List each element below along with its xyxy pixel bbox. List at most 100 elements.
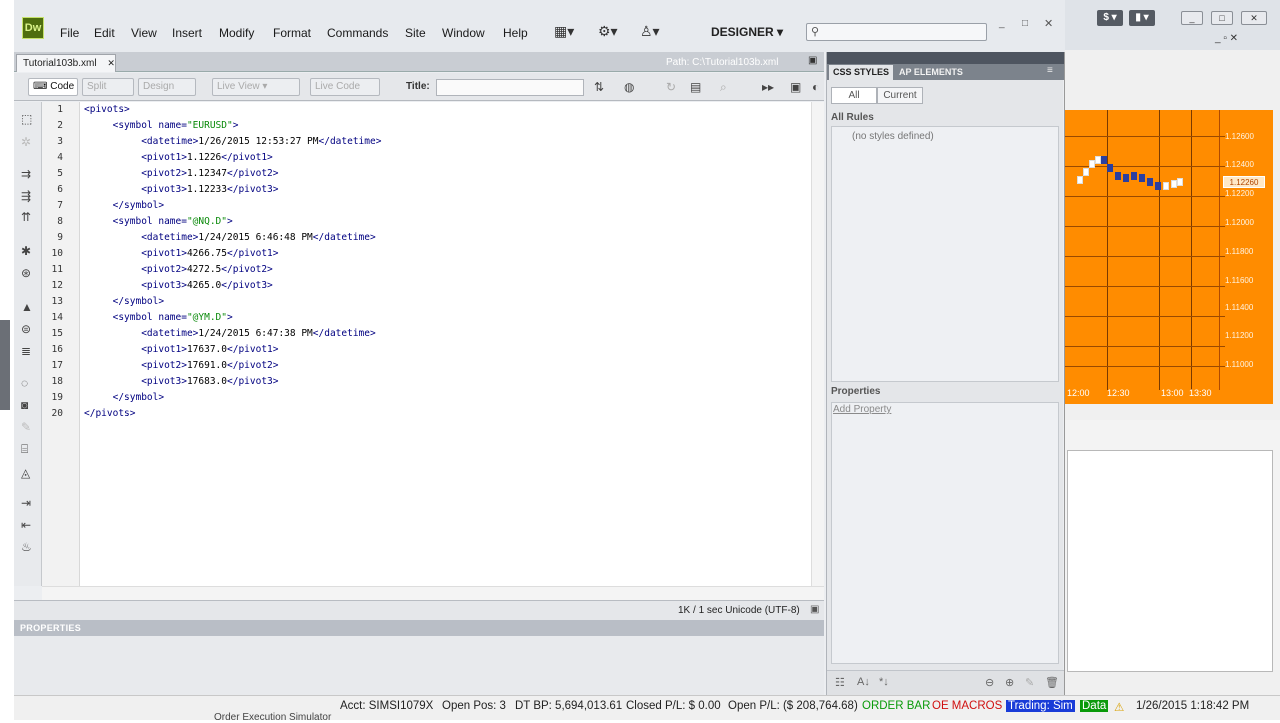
tab-css-styles[interactable]: CSS STYLES: [829, 65, 894, 80]
no-styles-text: (no styles defined): [852, 131, 934, 142]
menu-commands[interactable]: Commands: [327, 26, 388, 40]
order-bar-button[interactable]: ORDER BAR: [862, 700, 930, 712]
menu-modify[interactable]: Modify: [219, 26, 254, 40]
close-icon[interactable]: ✕: [1241, 11, 1267, 25]
menu-file[interactable]: File: [60, 26, 79, 40]
balance-braces-icon[interactable]: ✱: [21, 244, 31, 258]
maximize-icon[interactable]: □: [1022, 18, 1028, 29]
title-input[interactable]: [436, 79, 584, 96]
file-management-icon[interactable]: ▣: [808, 55, 817, 66]
design-view-button[interactable]: Design: [138, 78, 196, 96]
wrap-tag-icon[interactable]: ✎: [21, 420, 31, 434]
horizontal-scrollbar[interactable]: [42, 586, 824, 600]
price-chart[interactable]: 1.12600 1.12400 1.12200 1.12000 1.11800 …: [1065, 110, 1273, 404]
recent-snippets-icon[interactable]: ⌸: [21, 442, 28, 457]
vertical-scrollbar[interactable]: [811, 102, 824, 586]
split-view-button[interactable]: Split: [82, 78, 134, 96]
menu-format[interactable]: Format: [273, 26, 311, 40]
background-list[interactable]: [1067, 450, 1273, 672]
panel-group-header[interactable]: [827, 52, 1064, 64]
search-input[interactable]: ⚲: [806, 23, 987, 41]
expand-icon[interactable]: ⇶: [21, 189, 31, 203]
highlight-invalid-icon[interactable]: ▲: [21, 300, 33, 314]
properties-list[interactable]: [831, 402, 1059, 664]
warning-icon[interactable]: ⚠: [1114, 700, 1124, 714]
current-mode-button[interactable]: Current: [877, 87, 923, 104]
panel-menu-icon[interactable]: ≡: [1047, 65, 1053, 76]
close-icon[interactable]: ✕: [1044, 17, 1053, 30]
trading-status-bar: Acct: SIMSI1079X Open Pos: 3 DT BP: 5,69…: [14, 695, 1280, 723]
minimize-icon[interactable]: _: [1181, 11, 1203, 25]
bottom-window-title[interactable]: Order Execution Simulator: [214, 712, 331, 723]
validate-icon[interactable]: ▤: [690, 80, 701, 94]
outdent-icon[interactable]: ⇤: [21, 518, 31, 532]
wrap-icon[interactable]: ⊜: [21, 322, 31, 336]
open-positions: Open Pos: 3: [442, 700, 506, 712]
menu-edit[interactable]: Edit: [94, 26, 115, 40]
trading-mode-badge[interactable]: Trading: Sim: [1006, 700, 1075, 712]
code-editor[interactable]: <pivots> <symbol name="EURUSD"> <datetim…: [80, 102, 811, 586]
move-css-icon[interactable]: ◬: [21, 466, 30, 480]
code-token: <pivot1>: [84, 248, 187, 259]
show-alpha-icon[interactable]: A↓: [857, 676, 870, 688]
menu-site[interactable]: Site: [405, 26, 426, 40]
menu-view[interactable]: View: [131, 26, 157, 40]
layout-icon[interactable]: ▦▾: [554, 23, 574, 40]
menu-insert[interactable]: Insert: [172, 26, 202, 40]
code-token: 4265.0: [186, 280, 222, 291]
grid-menu-button[interactable]: ▮ ▾: [1129, 10, 1155, 26]
show-set-icon[interactable]: *↓: [879, 676, 889, 688]
edit-rule-icon[interactable]: ✎: [1025, 676, 1034, 689]
oe-macros-button[interactable]: OE MACROS: [932, 700, 1002, 712]
candle: [1163, 182, 1169, 190]
refresh-icon[interactable]: ↻: [666, 80, 676, 94]
background-trading-window: $ ▾ ▮ ▾ _ □ ✕ _ ▫ ✕ 1.12600 1.12400 1.12…: [1065, 0, 1280, 720]
file-management-icon[interactable]: ⇅: [594, 80, 604, 94]
show-category-icon[interactable]: ☷: [835, 676, 845, 689]
live-view-button[interactable]: Live View ▾: [212, 78, 300, 96]
code-view-button[interactable]: ⌨ Code: [28, 78, 78, 96]
rules-list[interactable]: (no styles defined): [831, 126, 1059, 382]
all-mode-button[interactable]: All: [831, 87, 877, 104]
closed-pl: Closed P/L: $ 0.00: [626, 700, 721, 712]
menu-help[interactable]: Help: [503, 26, 528, 40]
properties-panel-header[interactable]: PROPERTIES: [14, 620, 824, 636]
comment-icon[interactable]: ◌: [21, 376, 28, 390]
close-icon[interactable]: ✕: [107, 58, 115, 68]
show-code-navigator-icon[interactable]: ✲: [21, 135, 31, 149]
remove-comment-icon[interactable]: ◙: [21, 398, 28, 412]
line-number: 8: [57, 216, 63, 227]
code-token: >: [227, 216, 233, 227]
check-page-icon[interactable]: ⌕: [720, 80, 727, 95]
candle: [1083, 168, 1089, 176]
dollar-menu-button[interactable]: $ ▾: [1097, 10, 1123, 26]
maximize-icon[interactable]: □: [1211, 11, 1233, 25]
visual-aids-icon[interactable]: ▣: [790, 80, 801, 94]
inner-window-controls[interactable]: _ ▫ ✕: [1215, 33, 1238, 44]
line-numbers-icon[interactable]: ⊛: [21, 266, 31, 280]
select-parent-tag-icon[interactable]: ⇈: [21, 210, 31, 224]
validate-markup-icon[interactable]: ▸▸: [762, 80, 774, 94]
user-icon[interactable]: ♙▾: [640, 23, 660, 40]
indent-icon[interactable]: ⇥: [21, 496, 31, 510]
format-icon[interactable]: ♨: [21, 540, 32, 554]
live-code-button[interactable]: Live Code: [310, 78, 380, 96]
add-property-link[interactable]: Add Property: [833, 404, 891, 415]
account-label: Acct: SIMSI1079X: [340, 700, 434, 712]
menu-window[interactable]: Window: [442, 26, 485, 40]
status-menu-icon[interactable]: ▣: [810, 604, 819, 615]
delete-rule-icon[interactable]: 🗑: [1045, 676, 1059, 689]
collapse-icon[interactable]: ⇉: [21, 167, 31, 181]
overflow-icon[interactable]: ◐: [812, 80, 819, 94]
syntax-icon[interactable]: ≣: [21, 344, 31, 358]
open-documents-icon[interactable]: ⬚: [21, 112, 32, 126]
code-token: <symbol name=: [84, 312, 187, 323]
tab-ap-elements[interactable]: AP ELEMENTS: [895, 65, 967, 80]
new-rule-icon[interactable]: ⊕: [1005, 676, 1014, 689]
document-tab[interactable]: Tutorial103b.xml ✕: [16, 54, 116, 72]
workspace-switcher[interactable]: DESIGNER ▾: [711, 25, 783, 39]
browser-preview-icon[interactable]: ◍: [624, 80, 634, 94]
minimize-icon[interactable]: _: [999, 18, 1005, 29]
attach-style-icon[interactable]: ⊖: [985, 676, 994, 689]
gear-icon[interactable]: ⚙▾: [598, 23, 618, 40]
